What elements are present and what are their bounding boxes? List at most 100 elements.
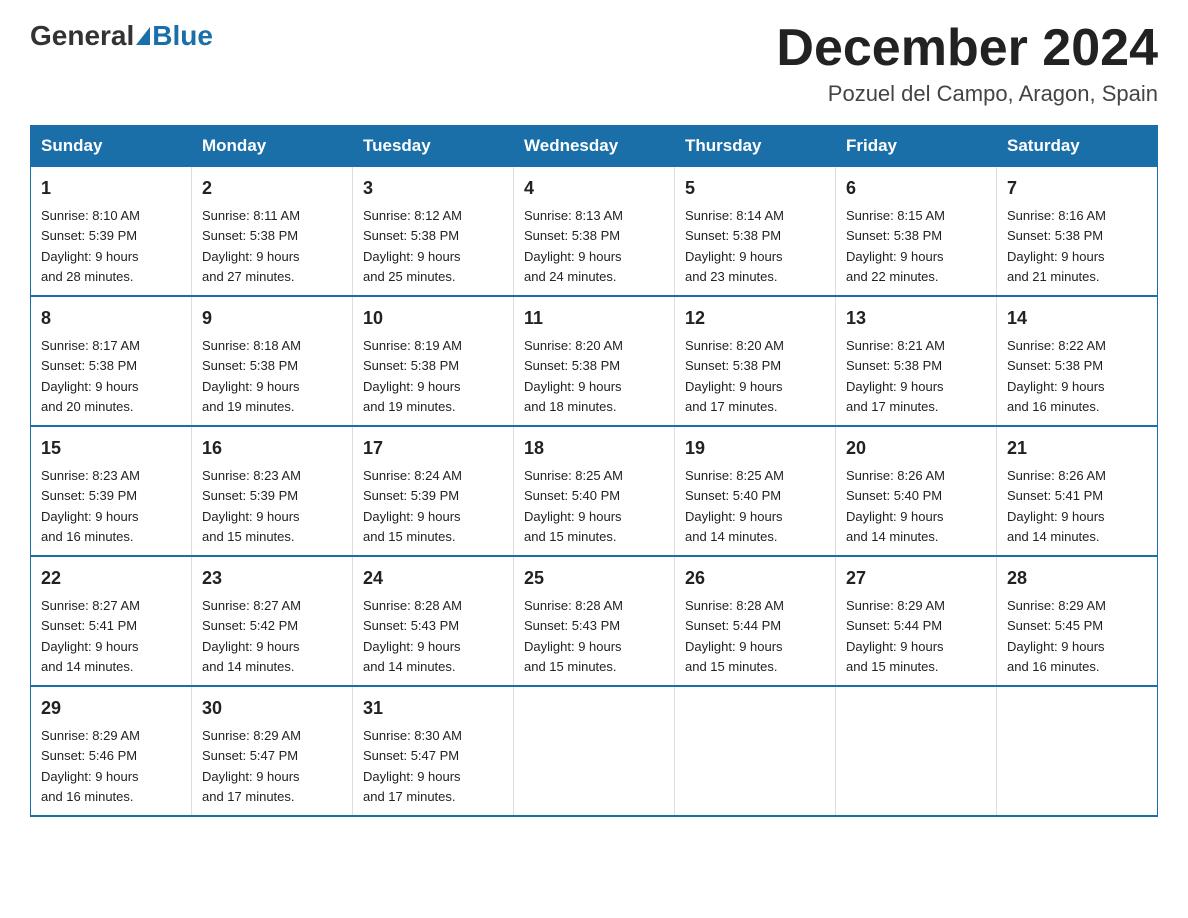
sunset-info: Sunset: 5:38 PM [202, 358, 298, 373]
calendar-cell-w1-d5: 5Sunrise: 8:14 AMSunset: 5:38 PMDaylight… [675, 167, 836, 297]
week-row-2: 8Sunrise: 8:17 AMSunset: 5:38 PMDaylight… [31, 296, 1158, 426]
week-row-3: 15Sunrise: 8:23 AMSunset: 5:39 PMDayligh… [31, 426, 1158, 556]
calendar-cell-w2-d5: 12Sunrise: 8:20 AMSunset: 5:38 PMDayligh… [675, 296, 836, 426]
day-number: 8 [41, 305, 181, 332]
day-number: 12 [685, 305, 825, 332]
daylight-minutes: and 14 minutes. [41, 659, 134, 674]
calendar-cell-w4-d5: 26Sunrise: 8:28 AMSunset: 5:44 PMDayligh… [675, 556, 836, 686]
sunset-info: Sunset: 5:38 PM [524, 358, 620, 373]
sunrise-info: Sunrise: 8:14 AM [685, 208, 784, 223]
day-number: 19 [685, 435, 825, 462]
sunset-info: Sunset: 5:38 PM [524, 228, 620, 243]
day-number: 5 [685, 175, 825, 202]
day-number: 2 [202, 175, 342, 202]
sunrise-info: Sunrise: 8:26 AM [1007, 468, 1106, 483]
calendar-cell-w3-d1: 15Sunrise: 8:23 AMSunset: 5:39 PMDayligh… [31, 426, 192, 556]
header-saturday: Saturday [997, 126, 1158, 167]
daylight-info: Daylight: 9 hours [846, 509, 944, 524]
sunrise-info: Sunrise: 8:23 AM [202, 468, 301, 483]
daylight-minutes: and 14 minutes. [685, 529, 778, 544]
daylight-minutes: and 14 minutes. [846, 529, 939, 544]
sunset-info: Sunset: 5:44 PM [846, 618, 942, 633]
sunrise-info: Sunrise: 8:20 AM [524, 338, 623, 353]
day-number: 26 [685, 565, 825, 592]
sunrise-info: Sunrise: 8:18 AM [202, 338, 301, 353]
daylight-info: Daylight: 9 hours [524, 379, 622, 394]
sunrise-info: Sunrise: 8:29 AM [846, 598, 945, 613]
sunset-info: Sunset: 5:38 PM [685, 358, 781, 373]
daylight-minutes: and 17 minutes. [846, 399, 939, 414]
day-number: 15 [41, 435, 181, 462]
day-number: 17 [363, 435, 503, 462]
sunset-info: Sunset: 5:45 PM [1007, 618, 1103, 633]
sunrise-info: Sunrise: 8:27 AM [41, 598, 140, 613]
sunset-info: Sunset: 5:40 PM [685, 488, 781, 503]
daylight-info: Daylight: 9 hours [41, 769, 139, 784]
calendar-cell-w1-d1: 1Sunrise: 8:10 AMSunset: 5:39 PMDaylight… [31, 167, 192, 297]
daylight-minutes: and 15 minutes. [202, 529, 295, 544]
calendar-cell-w5-d2: 30Sunrise: 8:29 AMSunset: 5:47 PMDayligh… [192, 686, 353, 816]
logo-general-text: General [30, 20, 134, 52]
daylight-minutes: and 15 minutes. [846, 659, 939, 674]
daylight-info: Daylight: 9 hours [41, 509, 139, 524]
daylight-minutes: and 14 minutes. [1007, 529, 1100, 544]
day-number: 3 [363, 175, 503, 202]
sunrise-info: Sunrise: 8:25 AM [524, 468, 623, 483]
calendar-cell-w3-d6: 20Sunrise: 8:26 AMSunset: 5:40 PMDayligh… [836, 426, 997, 556]
sunrise-info: Sunrise: 8:29 AM [202, 728, 301, 743]
sunrise-info: Sunrise: 8:26 AM [846, 468, 945, 483]
sunset-info: Sunset: 5:38 PM [1007, 358, 1103, 373]
daylight-minutes: and 21 minutes. [1007, 269, 1100, 284]
calendar-cell-w1-d7: 7Sunrise: 8:16 AMSunset: 5:38 PMDaylight… [997, 167, 1158, 297]
calendar-cell-w4-d7: 28Sunrise: 8:29 AMSunset: 5:45 PMDayligh… [997, 556, 1158, 686]
calendar-cell-w4-d1: 22Sunrise: 8:27 AMSunset: 5:41 PMDayligh… [31, 556, 192, 686]
calendar-cell-w4-d6: 27Sunrise: 8:29 AMSunset: 5:44 PMDayligh… [836, 556, 997, 686]
sunrise-info: Sunrise: 8:12 AM [363, 208, 462, 223]
daylight-minutes: and 14 minutes. [202, 659, 295, 674]
sunrise-info: Sunrise: 8:25 AM [685, 468, 784, 483]
calendar-cell-w2-d1: 8Sunrise: 8:17 AMSunset: 5:38 PMDaylight… [31, 296, 192, 426]
daylight-minutes: and 19 minutes. [202, 399, 295, 414]
day-number: 24 [363, 565, 503, 592]
calendar-cell-w3-d4: 18Sunrise: 8:25 AMSunset: 5:40 PMDayligh… [514, 426, 675, 556]
day-number: 16 [202, 435, 342, 462]
daylight-minutes: and 16 minutes. [1007, 659, 1100, 674]
daylight-info: Daylight: 9 hours [524, 509, 622, 524]
daylight-info: Daylight: 9 hours [846, 379, 944, 394]
daylight-info: Daylight: 9 hours [685, 639, 783, 654]
daylight-info: Daylight: 9 hours [41, 379, 139, 394]
sunrise-info: Sunrise: 8:13 AM [524, 208, 623, 223]
week-row-4: 22Sunrise: 8:27 AMSunset: 5:41 PMDayligh… [31, 556, 1158, 686]
calendar-table: SundayMondayTuesdayWednesdayThursdayFrid… [30, 125, 1158, 817]
calendar-cell-w1-d4: 4Sunrise: 8:13 AMSunset: 5:38 PMDaylight… [514, 167, 675, 297]
sunset-info: Sunset: 5:38 PM [41, 358, 137, 373]
calendar-cell-w2-d7: 14Sunrise: 8:22 AMSunset: 5:38 PMDayligh… [997, 296, 1158, 426]
calendar-cell-w1-d3: 3Sunrise: 8:12 AMSunset: 5:38 PMDaylight… [353, 167, 514, 297]
daylight-minutes: and 15 minutes. [524, 659, 617, 674]
sunset-info: Sunset: 5:47 PM [202, 748, 298, 763]
daylight-info: Daylight: 9 hours [524, 249, 622, 264]
day-number: 25 [524, 565, 664, 592]
calendar-cell-w3-d2: 16Sunrise: 8:23 AMSunset: 5:39 PMDayligh… [192, 426, 353, 556]
sunrise-info: Sunrise: 8:27 AM [202, 598, 301, 613]
page-header: General Blue December 2024 Pozuel del Ca… [30, 20, 1158, 107]
calendar-cell-w2-d3: 10Sunrise: 8:19 AMSunset: 5:38 PMDayligh… [353, 296, 514, 426]
day-number: 11 [524, 305, 664, 332]
day-number: 14 [1007, 305, 1147, 332]
sunset-info: Sunset: 5:40 PM [524, 488, 620, 503]
daylight-minutes: and 16 minutes. [41, 789, 134, 804]
calendar-cell-w3-d7: 21Sunrise: 8:26 AMSunset: 5:41 PMDayligh… [997, 426, 1158, 556]
daylight-info: Daylight: 9 hours [202, 769, 300, 784]
sunset-info: Sunset: 5:46 PM [41, 748, 137, 763]
calendar-cell-w5-d6 [836, 686, 997, 816]
daylight-minutes: and 18 minutes. [524, 399, 617, 414]
header-tuesday: Tuesday [353, 126, 514, 167]
daylight-info: Daylight: 9 hours [685, 379, 783, 394]
calendar-cell-w5-d4 [514, 686, 675, 816]
daylight-minutes: and 15 minutes. [363, 529, 456, 544]
daylight-minutes: and 20 minutes. [41, 399, 134, 414]
calendar-cell-w5-d3: 31Sunrise: 8:30 AMSunset: 5:47 PMDayligh… [353, 686, 514, 816]
calendar-cell-w5-d1: 29Sunrise: 8:29 AMSunset: 5:46 PMDayligh… [31, 686, 192, 816]
daylight-info: Daylight: 9 hours [1007, 379, 1105, 394]
logo-triangle-icon [136, 27, 150, 45]
